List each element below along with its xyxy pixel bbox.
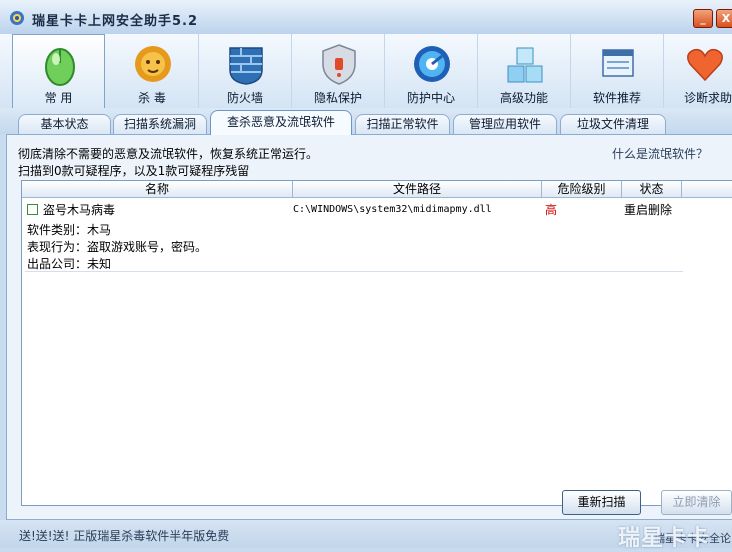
tab-kill-malware[interactable]: 查杀恶意及流氓软件 xyxy=(210,110,352,135)
column-header-name[interactable]: 名称 xyxy=(22,181,293,198)
panel-description: 彻底清除不需要的恶意及流氓软件，恢复系统正常运行。 xyxy=(18,147,319,161)
watermark-logo: 瑞星卡卡 xyxy=(618,526,711,551)
status-bar: 送!送!送! 正版瑞星杀毒软件半年版免费 瑞星卡卡安全论 瑞星卡卡 xyxy=(0,520,732,551)
clean-now-button[interactable]: 立即清除 xyxy=(661,490,732,515)
toolbar-label: 隐私保护 xyxy=(313,91,362,105)
lion-icon xyxy=(135,46,171,82)
tab-bar: 基本状态 扫描系统漏洞 查杀恶意及流氓软件 扫描正常软件 管理应用软件 垃圾文件… xyxy=(0,108,732,135)
tab-basic-status[interactable]: 基本状态 xyxy=(18,114,111,134)
toolbar-advanced-button[interactable]: 高级功能 xyxy=(478,34,571,108)
column-header-path[interactable]: 文件路径 xyxy=(293,181,542,198)
promo-link[interactable]: 送!送!送! 正版瑞星杀毒软件半年版免费 xyxy=(19,527,229,544)
content-panel: 彻底清除不需要的恶意及流氓软件，恢复系统正常运行。 什么是流氓软件？ 扫描到0款… xyxy=(6,134,732,520)
toolbar-label: 高级功能 xyxy=(499,91,548,105)
toolbar-label: 杀 毒 xyxy=(138,91,166,105)
threat-category: 软件类别：木马 xyxy=(27,223,112,237)
shield-icon xyxy=(322,44,356,85)
blocks-icon xyxy=(507,47,543,83)
threat-behavior: 表现行为：盗取游戏账号，密码。 xyxy=(27,240,208,254)
rescan-button[interactable]: 重新扫描 xyxy=(562,490,641,515)
firewall-icon xyxy=(229,47,263,85)
table-row[interactable]: 盗号木马病毒 C:\WINDOWS\system32\midimapmy.dll… xyxy=(22,198,688,271)
results-list: 名称 文件路径 危险级别 状态 盗号木马病毒 C:\WINDOWS\system… xyxy=(21,180,732,506)
column-header-filler xyxy=(682,181,732,198)
tab-scan-normal-software[interactable]: 扫描正常软件 xyxy=(355,114,450,134)
threat-publisher: 出品公司：未知 xyxy=(27,257,112,271)
tab-scan-vulnerabilities[interactable]: 扫描系统漏洞 xyxy=(113,114,207,134)
what-is-malware-link[interactable]: 什么是流氓软件？ xyxy=(612,145,708,162)
toolbar-antivirus-button[interactable]: 杀 毒 xyxy=(106,34,199,108)
tab-manage-apps[interactable]: 管理应用软件 xyxy=(453,114,557,134)
column-header-risk[interactable]: 危险级别 xyxy=(542,181,622,198)
mouse-icon xyxy=(45,48,75,86)
toolbar-label: 防护中心 xyxy=(406,91,455,105)
toolbar-label: 常 用 xyxy=(44,91,73,105)
threat-name: 盗号木马病毒 xyxy=(43,203,116,217)
minimize-button[interactable]: _ xyxy=(693,9,713,28)
column-header-status[interactable]: 状态 xyxy=(622,181,682,198)
toolbar-privacy-button[interactable]: 隐私保护 xyxy=(292,34,385,108)
toolbar-label: 软件推荐 xyxy=(592,91,641,105)
row-checkbox[interactable] xyxy=(27,204,38,215)
title-bar: 瑞星卡卡上网安全助手5.2 _ X xyxy=(0,0,732,35)
toolbar-firewall-button[interactable]: 防火墙 xyxy=(199,34,292,108)
file-path: C:\WINDOWS\system32\midimapmy.dll xyxy=(293,204,492,215)
tab-junk-cleanup[interactable]: 垃圾文件清理 xyxy=(560,114,666,134)
threat-status: 重启删除 xyxy=(624,203,673,217)
toolbar-label: 防火墙 xyxy=(226,91,263,105)
app-logo-icon xyxy=(10,11,24,25)
windows-icon xyxy=(602,49,634,77)
main-toolbar: 常 用 杀 毒 防火墙 隐私保护 防护中心 高级功能 软件推荐 诊断求助 xyxy=(0,34,732,109)
toolbar-software-recommend-button[interactable]: 软件推荐 xyxy=(571,34,664,108)
risk-level: 高 xyxy=(545,203,558,217)
scan-summary: 扫描到0款可疑程序，以及1款可疑程序残留 xyxy=(18,164,250,178)
toolbar-common-button[interactable]: 常 用 xyxy=(12,34,105,108)
toolbar-protection-center-button[interactable]: 防护中心 xyxy=(385,34,478,108)
close-button[interactable]: X xyxy=(716,9,732,28)
toolbar-diagnose-button[interactable]: 诊断求助 xyxy=(664,34,732,108)
row-divider xyxy=(25,271,683,272)
toolbar-label: 诊断求助 xyxy=(684,91,732,105)
window-title: 瑞星卡卡上网安全助手5.2 xyxy=(32,14,199,29)
heart-icon xyxy=(687,48,723,82)
protection-center-icon xyxy=(414,46,450,82)
